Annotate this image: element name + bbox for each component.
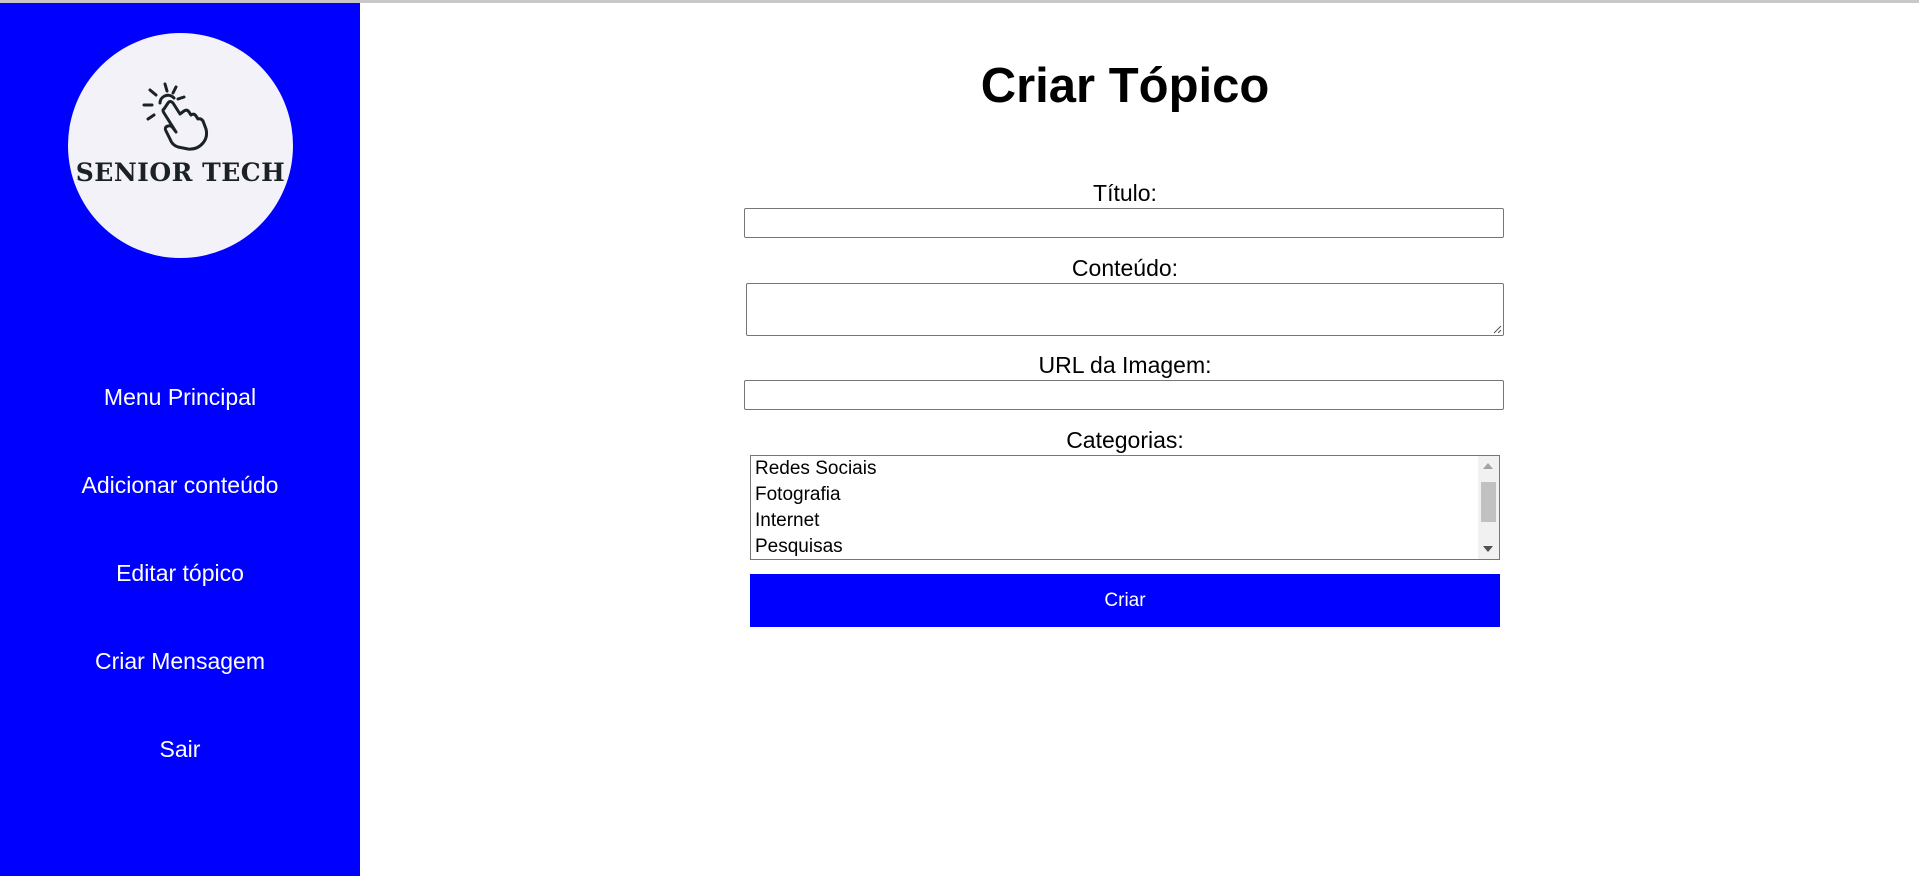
conteudo-textarea[interactable] bbox=[746, 283, 1504, 336]
sidebar: SENIOR TECH Menu Principal Adicionar con… bbox=[0, 3, 360, 876]
scroll-up-icon[interactable] bbox=[1483, 463, 1493, 469]
url-imagem-input[interactable] bbox=[744, 380, 1504, 410]
list-item[interactable]: Pesquisas bbox=[751, 534, 1499, 559]
tap-hand-icon bbox=[142, 82, 209, 151]
url-imagem-label: URL da Imagem: bbox=[1038, 352, 1212, 378]
sidebar-item-editar-topico[interactable]: Editar tópico bbox=[0, 529, 360, 617]
page-title: Criar Tópico bbox=[980, 59, 1270, 113]
list-item[interactable]: Redes Sociais bbox=[751, 456, 1499, 482]
criar-button[interactable]: Criar bbox=[750, 574, 1500, 627]
sidebar-nav: Menu Principal Adicionar conteúdo Editar… bbox=[0, 353, 360, 793]
scroll-down-icon[interactable] bbox=[1483, 546, 1493, 552]
list-item[interactable]: Internet bbox=[751, 508, 1499, 534]
list-item[interactable]: Fotografia bbox=[751, 482, 1499, 508]
titulo-label: Título: bbox=[1093, 180, 1157, 206]
scroll-thumb[interactable] bbox=[1481, 482, 1496, 522]
sidebar-item-menu-principal[interactable]: Menu Principal bbox=[0, 353, 360, 441]
conteudo-label: Conteúdo: bbox=[1071, 255, 1179, 281]
categorias-label: Categorias: bbox=[1066, 427, 1184, 453]
listbox-scrollbar[interactable] bbox=[1478, 456, 1499, 559]
logo-text: SENIOR TECH bbox=[75, 158, 286, 187]
sidebar-item-sair[interactable]: Sair bbox=[0, 705, 360, 793]
sidebar-item-adicionar-conteudo[interactable]: Adicionar conteúdo bbox=[0, 441, 360, 529]
titulo-input[interactable] bbox=[744, 208, 1504, 238]
categorias-listbox[interactable]: Redes Sociais Fotografia Internet Pesqui… bbox=[750, 455, 1500, 560]
resize-grip-icon[interactable] bbox=[1492, 324, 1502, 334]
senior-tech-logo[interactable]: SENIOR TECH bbox=[68, 33, 293, 258]
sidebar-item-criar-mensagem[interactable]: Criar Mensagem bbox=[0, 617, 360, 705]
